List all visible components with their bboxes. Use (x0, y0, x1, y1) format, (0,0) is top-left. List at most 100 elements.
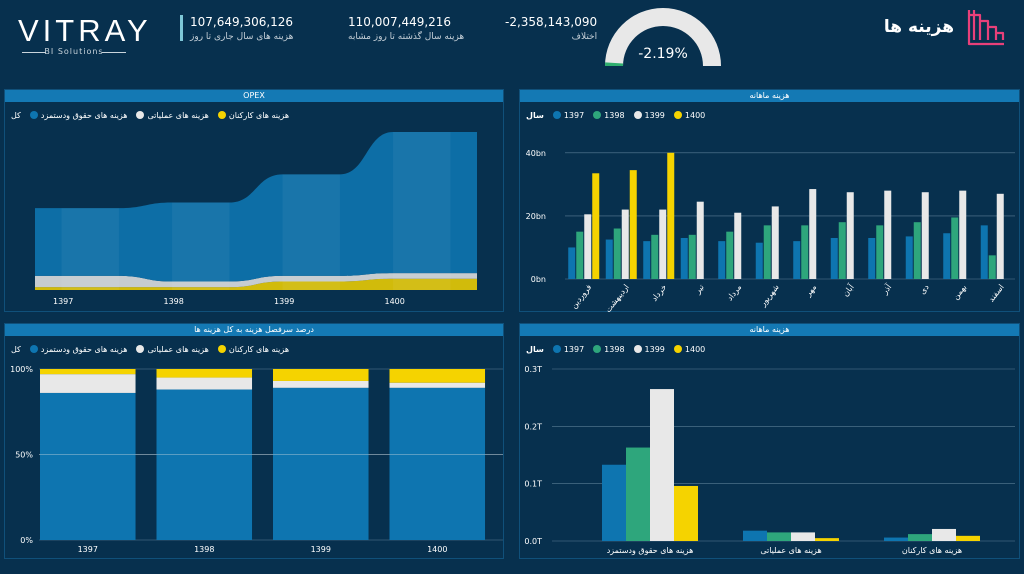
x-tick-label: دی (918, 282, 931, 296)
stacked-segment (156, 389, 253, 540)
bar (815, 538, 839, 541)
kpi-current-year: 107,649,306,126 هزینه های سال جاری تا رو… (190, 15, 293, 42)
opex-legend: کل هزینه های حقوق ودستمزد هزینه های عملیات… (11, 109, 289, 121)
kpi-value: -2,358,143,090 (505, 15, 598, 29)
legend-label: هزینه های عملیاتی (147, 344, 209, 354)
bar (734, 212, 742, 279)
kpi-value: 107,649,306,126 (190, 15, 294, 29)
y-tick-label: 100% (10, 365, 33, 374)
x-tick-label: 1397 (78, 545, 98, 554)
bar (943, 233, 951, 279)
legend-dot (29, 111, 38, 119)
panel-title: هزینه ماهانه (520, 324, 1019, 336)
x-tick-label: 1398 (164, 297, 184, 306)
x-tick-label: 1400 (427, 545, 447, 554)
bar (951, 217, 959, 279)
opex-chart: 1397 1398 1399 1400 (35, 132, 477, 306)
percent-share-panel: درصد سرفصل هزینه به کل هزینه ها کل هزینه … (4, 323, 504, 559)
legend-item[interactable]: 1397 (550, 345, 584, 354)
legend-label: 1398 (604, 110, 625, 120)
monthly-cost-panel: هزینه ماهانه سال 1397 1398 1399 1400 0bn 20bn… (519, 89, 1020, 312)
x-tick-label: هزینه های عملیاتی (760, 546, 821, 555)
legend-dot (136, 111, 145, 119)
bar (592, 173, 600, 279)
stacked-segment (389, 387, 486, 540)
legend-item[interactable]: هزینه های کارکنان (215, 111, 289, 120)
kpi-accent-bar (180, 15, 183, 41)
bar (667, 152, 675, 279)
x-tick-label: بهمن (951, 283, 968, 302)
x-tick-label: اسفند (987, 283, 1006, 304)
column-highlight (172, 202, 230, 290)
legend-item[interactable]: هزینه های عملیاتی (133, 110, 209, 120)
y-tick-label: 0bn (531, 275, 546, 284)
bar (830, 237, 838, 279)
bar (674, 485, 698, 541)
bar (688, 234, 696, 279)
opex-panel: OPEX کل هزینه های حقوق ودستمزد هزینه های ع… (4, 89, 504, 312)
panel-title: درصد سرفصل هزینه به کل هزینه ها (5, 324, 503, 336)
legend-item[interactable]: کل (11, 111, 21, 120)
x-tick-label: مرداد (725, 283, 743, 303)
bar (650, 389, 674, 541)
bar (868, 237, 876, 279)
bar (643, 241, 651, 279)
x-tick-label: مهر (803, 283, 818, 299)
legend-dot (593, 345, 602, 353)
bar (921, 192, 929, 279)
legend-item[interactable]: 1400 (671, 111, 705, 120)
legend-label: هزینه های حقوق ودستمزد (40, 110, 128, 120)
stacked-segment (273, 369, 369, 381)
stacked-segment (389, 382, 486, 388)
x-tick-label: تیر (693, 283, 706, 296)
x-tick-label: خرداد (650, 283, 669, 303)
bar (996, 193, 1004, 279)
category-bar-chart: 0.0T 0.1T 0.2T 0.3T هزینه های حقوق ودستمزد هز… (524, 365, 1015, 555)
x-tick-label: فروردین (569, 283, 593, 311)
percent-legend: کل هزینه های حقوق ودستمزد هزینه های عملیات… (11, 343, 289, 355)
legend-label: 1397 (563, 344, 585, 354)
legend-title: سال (526, 110, 544, 120)
legend-label: هزینه های کارکنان (228, 110, 290, 120)
x-tick-label: 1399 (311, 545, 331, 554)
legend-item[interactable]: هزینه های حقوق ودستمزد (27, 344, 128, 354)
legend-item[interactable]: 1399 (631, 345, 665, 354)
legend-item[interactable]: هزینه های حقوق ودستمزد (27, 110, 128, 120)
stacked-segment (156, 377, 253, 390)
legend-label: هزینه های عملیاتی (147, 110, 209, 120)
legend-dot (136, 345, 145, 353)
kpi-last-year: 110,007,449,216 هزینه سال گذشته تا روز م… (348, 15, 464, 42)
legend-label: 1398 (604, 344, 625, 354)
bar (718, 241, 726, 279)
bar (584, 214, 592, 279)
bar (980, 225, 988, 279)
x-tick-label: 1397 (53, 297, 73, 306)
legend-item[interactable]: هزینه های کارکنان (215, 345, 289, 354)
legend-label: 1400 (684, 344, 706, 354)
legend-item[interactable]: 1397 (550, 111, 584, 120)
chart-decline-icon (967, 10, 1005, 46)
y-tick-label: 40bn (526, 149, 546, 158)
y-tick-label: 0.0T (524, 537, 542, 546)
legend-item[interactable]: هزینه های عملیاتی (133, 344, 209, 354)
bar (651, 234, 659, 279)
y-tick-label: 0% (20, 536, 33, 545)
legend-item[interactable]: کل (11, 345, 21, 354)
legend-item[interactable]: 1400 (671, 345, 705, 354)
legend-item[interactable]: 1398 (590, 110, 625, 120)
stacked-segment (40, 369, 136, 375)
bar (602, 464, 626, 541)
header: VITRAY BI Solutions 107,649,306,126 هزین… (0, 0, 1024, 86)
bar (621, 209, 629, 279)
legend-label: کل (11, 110, 21, 120)
category-legend: سال 1397 1398 1399 1400 (526, 343, 705, 355)
legend-dot (673, 345, 682, 353)
legend-label: هزینه های حقوق ودستمزد (40, 344, 128, 354)
bar (763, 225, 771, 279)
legend-item[interactable]: 1399 (631, 111, 665, 120)
stacked-segment (273, 380, 369, 388)
legend-dot (552, 111, 561, 119)
stacked-segment (389, 369, 486, 383)
legend-item[interactable]: 1398 (590, 344, 625, 354)
gauge-value: -2.19% (638, 46, 688, 62)
